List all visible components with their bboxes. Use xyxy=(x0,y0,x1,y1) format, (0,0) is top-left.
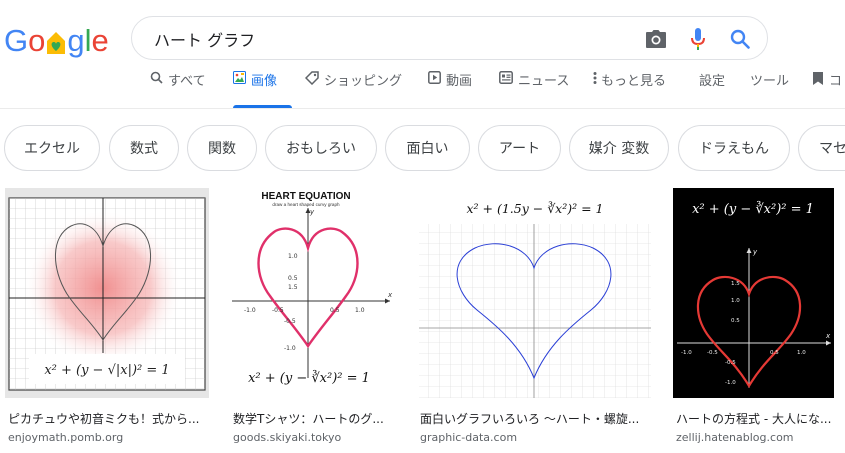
chip-label: おもしろい xyxy=(286,141,356,157)
chip-parametric[interactable]: 媒介 変数 xyxy=(569,125,669,171)
x-tick-label: 1.0 xyxy=(797,350,806,356)
logo-letter-g2: g xyxy=(67,23,85,58)
result-heading: HEART EQUATION xyxy=(261,191,350,202)
chip-label: 関数 xyxy=(208,141,236,157)
chip-excel[interactable]: エクセル xyxy=(4,125,100,171)
tab-label: コ xyxy=(829,74,843,89)
camera-icon[interactable] xyxy=(644,27,668,51)
result-site: zellij.hatenablog.com xyxy=(676,431,794,444)
search-tabs: すべて 画像 ショッピング 動画 ニュース もっと見る 設定 ツール コ xyxy=(0,70,845,108)
chip-label: エクセル xyxy=(24,141,80,157)
tab-images[interactable]: 画像 xyxy=(233,70,292,108)
result-thumbnail[interactable]: x² + (y − √|x|)² = 1 xyxy=(5,188,209,398)
chip-interesting[interactable]: 面白い xyxy=(385,125,470,171)
tab-label: ショッピング xyxy=(324,74,403,89)
y-tick-label: -0.5 xyxy=(725,360,736,366)
chip-art[interactable]: アート xyxy=(478,125,561,171)
chip-label: アート xyxy=(498,141,541,157)
y-tick-label: 1.5 xyxy=(288,284,298,291)
tab-more[interactable]: もっと見る xyxy=(593,70,666,108)
logo-letter-g: G xyxy=(4,23,29,58)
google-logo[interactable]: G o g l e xyxy=(4,20,109,56)
chip-fun[interactable]: おもしろい xyxy=(265,125,377,171)
y-axis-letter: y xyxy=(309,208,315,216)
tag-icon xyxy=(305,71,319,85)
y-tick-label: -0.5 xyxy=(284,318,296,325)
x-tick-label: 1.0 xyxy=(355,307,365,314)
x-axis-letter: x xyxy=(825,332,831,340)
tab-label: ニュース xyxy=(518,74,570,89)
chip-label: ドラえもん xyxy=(699,141,769,157)
chip-label: 面白い xyxy=(406,141,449,157)
play-icon xyxy=(428,71,441,84)
search-icon[interactable] xyxy=(728,27,752,51)
bookmark-icon xyxy=(812,71,824,86)
y-tick-label: 1.0 xyxy=(731,298,740,304)
chip-more[interactable]: マセ xyxy=(798,125,845,171)
result-site: goods.skiyaki.tokyo xyxy=(233,431,342,444)
tab-settings[interactable]: 設定 xyxy=(699,70,725,108)
result-equation: x² + (y − ∛x²)² = 1 xyxy=(692,201,814,217)
chip-doraemon[interactable]: ドラえもん xyxy=(678,125,790,171)
result-title[interactable]: ピカチュウや初音ミクも！式から... xyxy=(8,410,208,427)
logo-letter-e: e xyxy=(91,23,109,58)
logo-letter-l: l xyxy=(84,23,92,58)
x-axis-letter: x xyxy=(387,291,393,299)
chip-function[interactable]: 関数 xyxy=(187,125,257,171)
tab-videos[interactable]: 動画 xyxy=(428,70,472,108)
image-icon xyxy=(233,71,246,84)
tab-all[interactable]: すべて xyxy=(150,70,206,108)
result-equation: x² + (y − ∛x²)² = 1 xyxy=(248,370,370,386)
x-tick-label: 0.5 xyxy=(330,307,340,314)
x-tick-label: -1.0 xyxy=(681,350,692,356)
chip-label: 数式 xyxy=(130,141,158,157)
search-input[interactable] xyxy=(152,26,626,52)
tab-shopping[interactable]: ショッピング xyxy=(305,70,402,108)
result-title[interactable]: 面白いグラフいろいろ 〜ハート・螺旋... xyxy=(420,410,652,427)
chip-label: マセ xyxy=(819,141,845,157)
chip-formula[interactable]: 数式 xyxy=(109,125,179,171)
news-icon xyxy=(499,71,513,84)
tab-news[interactable]: ニュース xyxy=(499,70,569,108)
y-tick-label: 0.5 xyxy=(731,318,740,324)
tab-label: 画像 xyxy=(251,74,278,89)
result-thumbnail[interactable]: HEART EQUATION draw a heart shaped curvy… xyxy=(230,188,398,398)
x-tick-label: -1.0 xyxy=(244,307,256,314)
result-subheading: draw a heart shaped curvy graph xyxy=(272,202,340,207)
tab-tools[interactable]: ツール xyxy=(750,70,789,108)
tab-label: ツール xyxy=(750,74,790,89)
search-icon xyxy=(150,71,163,84)
result-equation: x² + (1.5y − ∛x²)² = 1 xyxy=(466,201,603,216)
logo-letter-o1: o xyxy=(28,23,46,58)
result-title[interactable]: 数学Tシャツ：ハートのグ... xyxy=(233,410,398,427)
x-tick-label: -0.5 xyxy=(272,307,284,314)
result-equation: x² + (y − √|x|)² = 1 xyxy=(44,363,169,378)
result-site: graphic-data.com xyxy=(420,431,518,444)
tab-label: 設定 xyxy=(699,74,726,89)
search-box[interactable] xyxy=(131,16,768,60)
y-tick-label: 0.5 xyxy=(288,275,298,282)
chip-label: 媒介 変数 xyxy=(588,141,650,157)
tab-collections[interactable]: コ xyxy=(812,70,842,108)
tab-label: 動画 xyxy=(446,74,473,89)
more-vert-icon xyxy=(593,71,597,85)
result-site: enjoymath.pomb.org xyxy=(8,431,124,444)
logo-house-icon xyxy=(46,30,66,56)
microphone-icon[interactable] xyxy=(686,27,710,51)
y-tick-label: -1.0 xyxy=(284,345,296,352)
header-divider xyxy=(0,108,845,109)
x-tick-label: -0.5 xyxy=(707,350,718,356)
tab-label: すべて xyxy=(168,74,206,89)
y-tick-label: 1.5 xyxy=(731,281,740,287)
y-tick-label: 1.0 xyxy=(288,253,298,260)
result-thumbnail[interactable]: x² + (y − ∛x²)² = 1 y x 1.5 1.0 0.5 -0.5… xyxy=(673,188,834,398)
x-tick-label: 0.5 xyxy=(770,350,779,356)
tab-label: もっと見る xyxy=(601,74,667,89)
result-thumbnail[interactable]: x² + (1.5y − ∛x²)² = 1 xyxy=(417,188,653,398)
result-title[interactable]: ハートの方程式 - 大人にな... xyxy=(676,410,841,427)
y-tick-label: -1.0 xyxy=(725,380,736,386)
y-axis-letter: y xyxy=(752,248,758,256)
